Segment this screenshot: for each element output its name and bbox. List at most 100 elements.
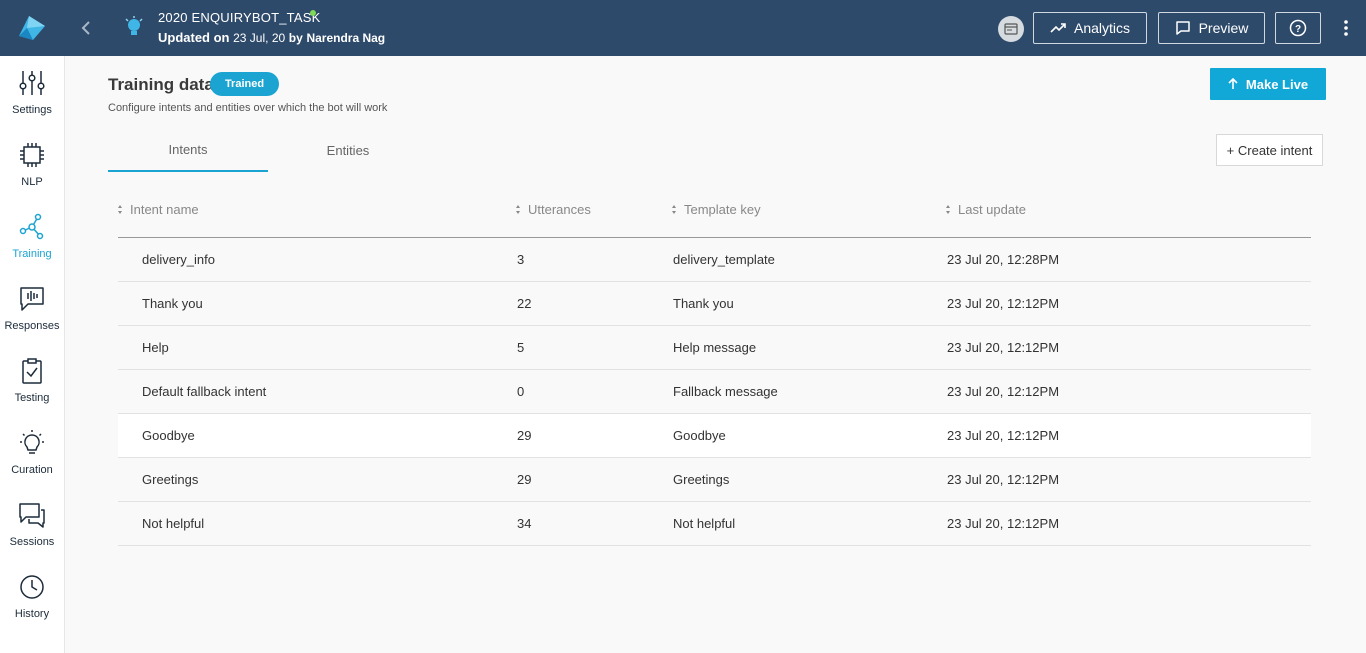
intent-name-cell: Greetings — [142, 472, 199, 487]
template-key-cell: Thank you — [673, 296, 734, 311]
lightbulb-icon — [17, 428, 47, 458]
table-row[interactable]: Goodbye 29 Goodbye 23 Jul 20, 12:12PM — [118, 414, 1311, 458]
template-key-cell: Fallback message — [673, 384, 778, 399]
chip-icon — [17, 140, 47, 170]
back-button[interactable] — [72, 14, 100, 42]
sidebar-item-label: Sessions — [9, 536, 55, 548]
last-update-cell: 23 Jul 20, 12:12PM — [947, 472, 1060, 487]
sidebar-item-label: NLP — [21, 176, 43, 188]
make-live-button[interactable]: Make Live — [1210, 68, 1326, 100]
table-row[interactable]: Greetings 29 Greetings 23 Jul 20, 12:12P… — [118, 458, 1311, 502]
updated-prefix: Updated on — [158, 30, 230, 45]
clock-icon — [17, 572, 47, 602]
intent-name-cell: Thank you — [142, 296, 203, 311]
bot-avatar — [120, 14, 148, 42]
window-icon — [1004, 23, 1018, 35]
template-key-cell: Greetings — [673, 472, 730, 487]
status-badge: Trained — [210, 72, 279, 96]
sidebar-item-training[interactable]: Training — [0, 200, 64, 272]
sort-icon — [672, 205, 678, 214]
column-header-utterances[interactable]: Utterances — [516, 202, 591, 217]
create-intent-button[interactable]: + Create intent — [1216, 134, 1323, 166]
chat-bubble-icon — [1175, 21, 1190, 35]
make-live-label: Make Live — [1245, 76, 1309, 92]
sidebar-item-testing[interactable]: Testing — [0, 344, 64, 416]
tab-intents[interactable]: Intents — [108, 134, 268, 172]
sidebar-item-label: Testing — [14, 392, 50, 404]
sidebar-item-label: Responses — [4, 320, 60, 332]
sidebar-item-label: Settings — [12, 104, 52, 116]
intent-name-cell: Help — [142, 340, 169, 355]
last-update-cell: 23 Jul 20, 12:12PM — [947, 516, 1060, 531]
top-bar: 2020 ENQUIRYBOT_TASK Updated on 23 Jul, … — [0, 0, 1366, 56]
last-update-cell: 23 Jul 20, 12:12PM — [947, 296, 1060, 311]
column-header-template-key[interactable]: Template key — [672, 202, 761, 217]
bot-updated-info: Updated on 23 Jul, 20 by Narendra Nag — [158, 30, 385, 45]
column-label: Utterances — [528, 202, 591, 217]
sidebar-item-label: Training — [12, 248, 52, 260]
preview-button[interactable]: Preview — [1158, 12, 1265, 44]
online-status-dot — [310, 10, 316, 16]
column-header-intent-name[interactable]: Intent name — [118, 202, 199, 217]
updated-by: Narendra Nag — [306, 31, 386, 45]
column-label: Template key — [684, 202, 761, 217]
page-description: Configure intents and entities over whic… — [108, 102, 388, 114]
svg-text:?: ? — [1295, 24, 1301, 35]
column-header-last-update[interactable]: Last update — [946, 202, 1026, 217]
help-button[interactable]: ? — [1275, 12, 1321, 44]
intent-name-cell: Default fallback intent — [142, 384, 267, 399]
message-wave-icon — [17, 284, 47, 314]
trending-up-icon — [1050, 23, 1066, 33]
utterances-cell: 0 — [517, 384, 525, 399]
sliders-icon — [17, 68, 47, 98]
analytics-label: Analytics — [1073, 20, 1131, 36]
sort-icon — [516, 205, 522, 214]
last-update-cell: 23 Jul 20, 12:12PM — [947, 428, 1060, 443]
sidebar-item-sessions[interactable]: Sessions — [0, 488, 64, 560]
logo-icon — [19, 16, 45, 40]
template-key-cell: Goodbye — [673, 428, 726, 443]
utterances-cell: 29 — [517, 428, 532, 443]
sort-icon — [946, 205, 952, 214]
table-row[interactable]: Help 5 Help message 23 Jul 20, 12:12PM — [118, 326, 1311, 370]
last-update-cell: 23 Jul 20, 12:28PM — [947, 252, 1060, 267]
intents-table: Intent name Utterances Template key Last… — [118, 192, 1311, 546]
sidebar-item-curation[interactable]: Curation — [0, 416, 64, 488]
utterances-cell: 34 — [517, 516, 532, 531]
tab-entities[interactable]: Entities — [268, 134, 428, 172]
sidebar-item-label: History — [14, 608, 50, 620]
template-key-cell: Help message — [673, 340, 757, 355]
app-logo[interactable] — [0, 0, 64, 56]
chat-bubbles-icon — [17, 500, 47, 530]
sidebar-item-history[interactable]: History — [0, 560, 64, 632]
intent-name-cell: Not helpful — [142, 516, 205, 531]
utterances-cell: 3 — [517, 252, 525, 267]
table-row[interactable]: Default fallback intent 0 Fallback messa… — [118, 370, 1311, 414]
column-label: Last update — [958, 202, 1026, 217]
utterances-cell: 29 — [517, 472, 532, 487]
arrow-up-icon — [1228, 78, 1238, 89]
bot-title: 2020 ENQUIRYBOT_TASK — [158, 10, 321, 25]
intent-name-cell: Goodbye — [142, 428, 195, 443]
more-menu-button[interactable] — [1334, 14, 1358, 42]
last-update-cell: 23 Jul 20, 12:12PM — [947, 340, 1060, 355]
updated-by-prefix: by — [288, 31, 303, 45]
table-row[interactable]: Not helpful 34 Not helpful 23 Jul 20, 12… — [118, 502, 1311, 546]
table-row[interactable]: Thank you 22 Thank you 23 Jul 20, 12:12P… — [118, 282, 1311, 326]
channel-toggle[interactable] — [998, 16, 1024, 42]
network-icon — [17, 212, 47, 242]
analytics-button[interactable]: Analytics — [1033, 12, 1147, 44]
updated-date: 23 Jul, 20 — [233, 31, 286, 45]
sidebar-item-settings[interactable]: Settings — [0, 56, 64, 128]
bulb-bot-icon — [125, 16, 143, 35]
page-title: Training data — [108, 75, 214, 94]
utterances-cell: 5 — [517, 340, 525, 355]
last-update-cell: 23 Jul 20, 12:12PM — [947, 384, 1060, 399]
kebab-icon — [1344, 20, 1348, 36]
sidebar-item-nlp[interactable]: NLP — [0, 128, 64, 200]
intent-name-cell: delivery_info — [142, 252, 215, 267]
sidebar-item-responses[interactable]: Responses — [0, 272, 64, 344]
column-label: Intent name — [130, 202, 199, 217]
clipboard-check-icon — [17, 356, 47, 386]
table-row[interactable]: delivery_info 3 delivery_template 23 Jul… — [118, 238, 1311, 282]
